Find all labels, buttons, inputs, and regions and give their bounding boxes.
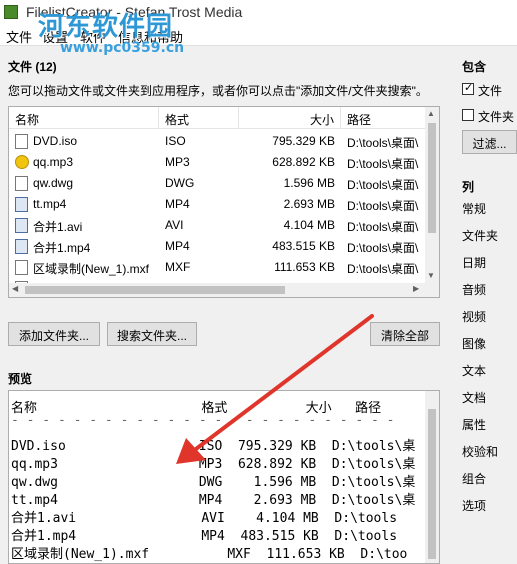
files-hint: 您可以拖动文件或文件夹到应用程序，或者你可以点击"添加文件/文件夹搜索"。 bbox=[8, 84, 428, 98]
cell-path: D:\tools\桌面\ bbox=[347, 136, 419, 150]
column-header-name[interactable]: 名称 bbox=[9, 107, 159, 129]
table-row[interactable]: 合并1.avi AVI 4.104 MB D:\tools\桌面\ bbox=[9, 215, 427, 236]
column-category-item[interactable]: 组合 bbox=[462, 470, 486, 487]
cell-path: D:\tools\桌面\ bbox=[347, 241, 419, 255]
file-list-vertical-scrollbar[interactable]: ▲ ▼ bbox=[425, 107, 439, 283]
table-row[interactable]: tt.mp4 MP4 2.693 MB D:\tools\桌面\ bbox=[9, 194, 427, 215]
include-files-label[interactable]: 文件 bbox=[478, 82, 502, 99]
column-category-item[interactable]: 音频 bbox=[462, 281, 486, 298]
scroll-left-icon[interactable]: ◀ bbox=[12, 284, 18, 293]
clear-all-button[interactable]: 清除全部 bbox=[370, 322, 440, 346]
scroll-right-icon[interactable]: ▶ bbox=[413, 284, 419, 293]
cell-name: 合并1.avi bbox=[33, 220, 83, 234]
cell-name: tt.mp4 bbox=[33, 197, 67, 211]
cell-path: D:\tools\桌面\ bbox=[347, 157, 419, 171]
preview-label: 预览 bbox=[8, 372, 33, 386]
scroll-thumb[interactable] bbox=[25, 286, 285, 294]
file-icon bbox=[15, 176, 28, 191]
cell-name: qw.dwg bbox=[33, 176, 74, 190]
table-row[interactable]: qw.dwg DWG 1.596 MB D:\tools\桌面\ bbox=[9, 173, 427, 194]
cell-format: DWG bbox=[165, 176, 195, 190]
scroll-down-icon[interactable]: ▼ bbox=[427, 271, 435, 280]
cell-format: MP3 bbox=[165, 155, 190, 169]
column-category-item[interactable]: 文档 bbox=[462, 389, 486, 406]
table-row[interactable]: 合并1.mp4 MP4 483.515 KB D:\tools\桌面\ bbox=[9, 236, 427, 257]
include-folders-label[interactable]: 文件夹 bbox=[478, 108, 514, 125]
preview-line: 合并1.avi AVI 4.104 MB D:\tools bbox=[11, 511, 398, 526]
files-header: 文件 (12) bbox=[8, 60, 57, 74]
cell-size: 483.515 KB bbox=[272, 239, 335, 253]
preview-line: tt.mp4 MP4 2.693 MB D:\tools\桌 bbox=[11, 493, 416, 508]
column-header-path[interactable]: 路径 bbox=[341, 107, 431, 129]
watermark-url: www.pc0359.cn bbox=[60, 40, 185, 56]
file-list-header: 名称 格式 大小 路径 bbox=[9, 107, 427, 129]
column-category-item[interactable]: 视频 bbox=[462, 308, 486, 325]
cell-name: 区域录制(New_1).mxf bbox=[33, 262, 150, 276]
column-category-item[interactable]: 校验和 bbox=[462, 443, 498, 460]
check-icon: ✓ bbox=[464, 82, 474, 94]
filter-button[interactable]: 过滤... bbox=[462, 130, 517, 154]
video-icon bbox=[15, 197, 28, 212]
cell-path: D:\tools\桌面\ bbox=[347, 220, 419, 234]
add-folder-button[interactable]: 添加文件夹... bbox=[8, 322, 100, 346]
cell-size: 628.892 KB bbox=[272, 155, 335, 169]
file-icon bbox=[15, 134, 28, 149]
file-list-horizontal-scrollbar[interactable]: ◀ ▶ bbox=[9, 283, 439, 297]
column-category-item[interactable]: 日期 bbox=[462, 254, 486, 271]
watermark-logo: 河东软件园 www.pc0359.cn bbox=[38, 6, 184, 56]
columns-label: 列 bbox=[462, 180, 475, 194]
search-folder-button[interactable]: 搜索文件夹... bbox=[107, 322, 197, 346]
file-list[interactable]: 名称 格式 大小 路径 DVD.iso ISO 795.329 KB D:\tools… bbox=[8, 106, 440, 298]
column-header-format[interactable]: 格式 bbox=[159, 107, 239, 129]
scroll-thumb[interactable] bbox=[428, 409, 436, 559]
preview-line: qq.mp3 MP3 628.892 KB D:\tools\桌 bbox=[11, 457, 416, 472]
include-label: 包含 bbox=[462, 60, 487, 74]
column-category-item[interactable]: 常规 bbox=[462, 200, 486, 217]
cell-format: ISO bbox=[165, 134, 186, 148]
file-rows: DVD.iso ISO 795.329 KB D:\tools\桌面\ qq.mp3 MP… bbox=[9, 131, 427, 297]
table-row[interactable]: 区域录制(New_1).mxf MXF 111.653 KB D:\tools\桌面\ bbox=[9, 257, 427, 278]
cell-name: qq.mp3 bbox=[33, 155, 74, 169]
cell-path: D:\tools\桌面\ bbox=[347, 199, 419, 213]
cell-format: MXF bbox=[165, 260, 191, 274]
video-icon bbox=[15, 218, 28, 233]
video-icon bbox=[15, 239, 28, 254]
cell-path: D:\tools\桌面\ bbox=[347, 178, 419, 192]
cell-format: MP4 bbox=[165, 239, 190, 253]
cell-format: MP4 bbox=[165, 197, 190, 211]
include-files-checkbox[interactable]: ✓ bbox=[462, 82, 474, 95]
cell-path: D:\tools\桌面\ bbox=[347, 262, 419, 276]
preview-line: DVD.iso ISO 795.329 KB D:\tools\桌 bbox=[11, 439, 416, 454]
cell-size: 111.653 KB bbox=[274, 260, 335, 274]
preview-line: 合并1.mp4 MP4 483.515 KB D:\tools bbox=[11, 529, 398, 544]
cell-size: 4.104 MB bbox=[283, 218, 335, 232]
menu-file[interactable]: 文件 bbox=[6, 27, 32, 46]
preview-vertical-scrollbar[interactable] bbox=[425, 391, 439, 563]
column-header-size[interactable]: 大小 bbox=[239, 107, 341, 129]
table-row[interactable]: qq.mp3 MP3 628.892 KB D:\tools\桌面\ bbox=[9, 152, 427, 173]
table-row[interactable]: DVD.iso ISO 795.329 KB D:\tools\桌面\ bbox=[9, 131, 427, 152]
preview-line: qw.dwg DWG 1.596 MB D:\tools\桌 bbox=[11, 475, 416, 490]
column-category-item[interactable]: 图像 bbox=[462, 335, 486, 352]
column-category-item[interactable]: 文本 bbox=[462, 362, 486, 379]
preview-line: 区域录制(New_1).mxf MXF 111.653 KB D:\too bbox=[11, 547, 408, 562]
file-icon bbox=[15, 260, 28, 275]
cell-size: 1.596 MB bbox=[283, 176, 335, 190]
include-folders-checkbox[interactable] bbox=[462, 109, 474, 121]
scroll-thumb[interactable] bbox=[428, 123, 436, 233]
audio-icon bbox=[15, 155, 29, 169]
cell-size: 2.693 MB bbox=[283, 197, 335, 211]
column-category-item[interactable]: 文件夹 bbox=[462, 227, 498, 244]
cell-name: 合并1.mp4 bbox=[33, 241, 91, 255]
column-category-item[interactable]: 选项 bbox=[462, 497, 486, 514]
preview-pane[interactable]: 名称 格式 大小 路径 - - - - - - - - - - - - - - … bbox=[8, 390, 440, 564]
cell-format: AVI bbox=[165, 218, 184, 232]
watermark-title: 河东软件园 bbox=[38, 12, 174, 42]
scroll-up-icon[interactable]: ▲ bbox=[427, 109, 435, 118]
app-icon bbox=[4, 5, 18, 19]
cell-size: 795.329 KB bbox=[272, 134, 335, 148]
column-category-item[interactable]: 属性 bbox=[462, 416, 486, 433]
preview-divider: - - - - - - - - - - - - - - - - - - - - … bbox=[11, 413, 395, 428]
cell-name: DVD.iso bbox=[33, 134, 78, 148]
